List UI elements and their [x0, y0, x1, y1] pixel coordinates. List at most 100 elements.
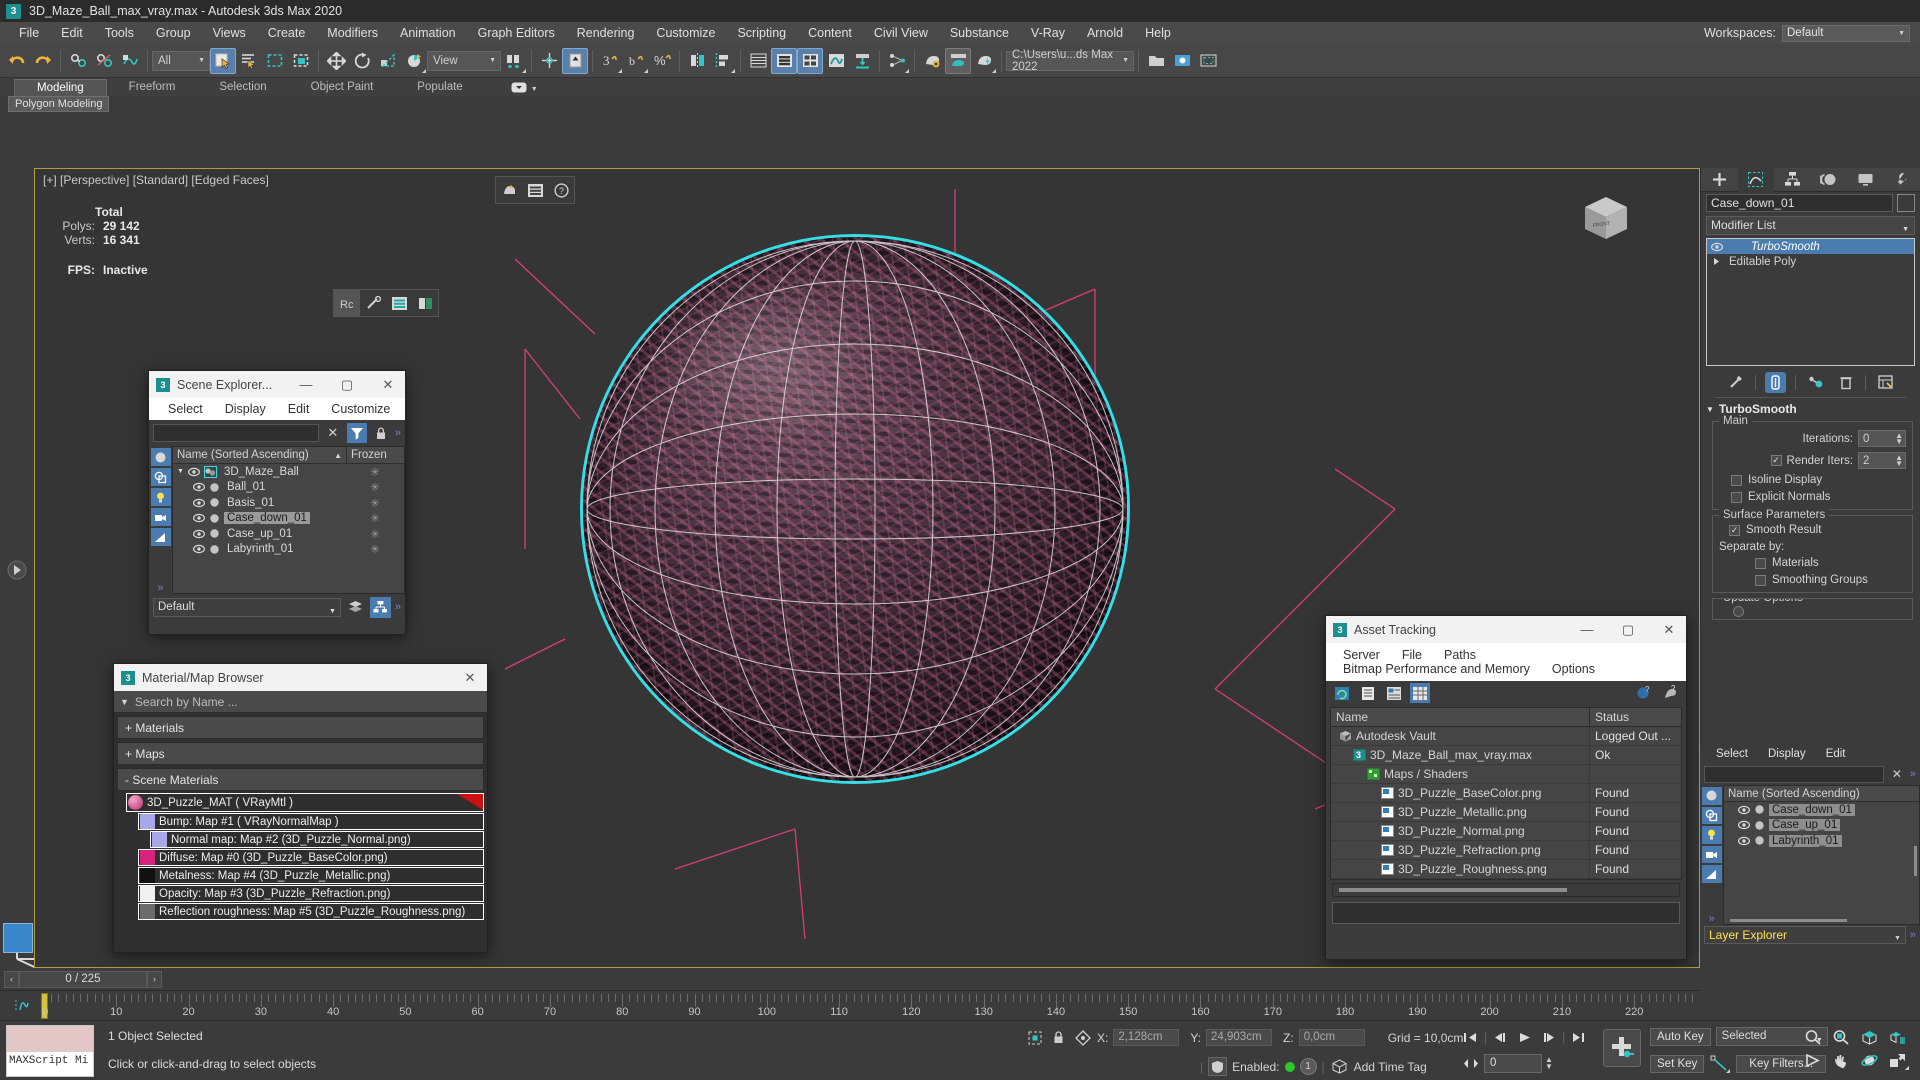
pin-stack-icon[interactable]	[1725, 372, 1746, 393]
iterations-spinner[interactable]: 0 ▲ ▼	[1858, 430, 1906, 447]
shield-toggle-icon[interactable]	[1208, 1057, 1228, 1076]
frozen-toggle-icon[interactable]: ✳	[346, 465, 404, 479]
viewport-notify-icon[interactable]	[496, 177, 522, 203]
menu-item-edit[interactable]: Edit	[50, 22, 94, 44]
previous-frame-icon[interactable]	[1490, 1027, 1511, 1047]
field-of-view-icon[interactable]	[1800, 1050, 1909, 1071]
maximize-icon[interactable]: ▢	[330, 371, 364, 398]
asset-menu-server[interactable]: Server	[1332, 648, 1391, 662]
show-end-result-icon[interactable]	[1765, 371, 1786, 393]
orbit-icon[interactable]	[1856, 1050, 1909, 1071]
viewport-help-icon[interactable]: ?	[548, 177, 574, 203]
table-row[interactable]: Case_down_01 ✳	[173, 511, 404, 527]
workspaces-select[interactable]: Default ▼	[1782, 24, 1910, 42]
filter-cameras-icon[interactable]	[1701, 845, 1722, 864]
align-button[interactable]	[710, 48, 736, 74]
menu-item-views[interactable]: Views	[202, 22, 257, 44]
auto-key-button[interactable]: Auto Key	[1650, 1027, 1711, 1046]
close-icon[interactable]: ✕	[453, 664, 487, 691]
layer-explorer-list[interactable]: Name (Sorted Ascending) Case_down_01 Case…	[1723, 785, 1920, 925]
menu-item-group[interactable]: Group	[145, 22, 202, 44]
ribbon-tab-modeling[interactable]: Modeling	[14, 79, 107, 96]
visibility-eye-icon[interactable]	[193, 498, 205, 508]
spinner-arrows-icon[interactable]: ▲ ▼	[1895, 454, 1903, 468]
frozen-toggle-icon[interactable]: ✳	[346, 527, 404, 541]
selection-lock-icon[interactable]	[1049, 1028, 1068, 1047]
ribbon-tab-object-paint[interactable]: Object Paint	[289, 79, 396, 96]
play-animation-icon[interactable]	[1514, 1027, 1535, 1047]
menu-item-graph-editors[interactable]: Graph Editors	[467, 22, 566, 44]
tab-hierarchy[interactable]	[1774, 168, 1811, 192]
menu-item-create[interactable]: Create	[257, 22, 317, 44]
expand-sidebar-icon[interactable]: »	[1708, 913, 1714, 925]
asset-menu-paths[interactable]: Paths	[1433, 648, 1487, 662]
refresh-icon[interactable]	[1332, 683, 1352, 703]
viewport-color-swatch[interactable]	[3, 923, 33, 953]
update-always-radio[interactable]	[1733, 606, 1744, 617]
scene-explorer-menu-display[interactable]: Display	[214, 402, 277, 416]
asset-menu-bitmap-performance-and-memory[interactable]: Bitmap Performance and Memory	[1332, 662, 1541, 676]
layer-explorer-search-input[interactable]	[1704, 765, 1884, 783]
hierarchy-view-icon[interactable]	[369, 596, 391, 618]
expand-toolbar-icon[interactable]: »	[395, 427, 401, 439]
select-and-scale-button[interactable]	[375, 48, 401, 74]
asset-menu-options[interactable]: Options	[1541, 662, 1606, 676]
visibility-eye-icon[interactable]	[1738, 820, 1750, 830]
filter-lights-icon[interactable]	[150, 488, 171, 506]
layer-menu-select[interactable]: Select	[1706, 748, 1758, 760]
clear-search-icon[interactable]: ✕	[1888, 767, 1906, 781]
safe-frames-button[interactable]	[1195, 48, 1221, 74]
x-field[interactable]: 2,128cm	[1113, 1029, 1180, 1046]
select-by-name-button[interactable]	[236, 48, 262, 74]
pan-view-icon[interactable]	[1828, 1050, 1854, 1071]
tab-motion[interactable]	[1811, 168, 1848, 192]
y-field[interactable]: 24,903cm	[1206, 1029, 1273, 1046]
scene-explorer-list[interactable]: Name (Sorted Ascending) ▲ Frozen ▼ 3D_Maze…	[172, 446, 405, 594]
filter-helpers-icon[interactable]	[150, 528, 171, 546]
bind-to-space-warp-button[interactable]	[117, 48, 143, 74]
modifier-stack-item[interactable]: TurboSmooth	[1707, 239, 1914, 254]
column-asset-name[interactable]: Name	[1331, 708, 1589, 726]
list-item[interactable]: Case_up_01	[1724, 818, 1919, 834]
table-row[interactable]: 3 3D_Maze_Ball_max_vray.max Ok	[1331, 746, 1681, 765]
filter-lights-icon[interactable]	[1701, 826, 1722, 844]
time-tag-cube-icon[interactable]	[1330, 1057, 1349, 1076]
select-and-move-button[interactable]	[323, 48, 349, 74]
select-and-link-button[interactable]	[65, 48, 91, 74]
table-row[interactable]: 3D_Puzzle_Roughness.png Found	[1331, 860, 1681, 879]
lock-icon[interactable]	[371, 423, 391, 443]
frame-display[interactable]: 0 / 225	[19, 970, 147, 988]
smooth-result-checkbox[interactable]: ✓	[1729, 524, 1740, 536]
section-materials[interactable]: + Materials	[117, 716, 484, 739]
visibility-eye-icon[interactable]	[1738, 836, 1750, 846]
list-item[interactable]: Labyrinth_01	[1724, 833, 1919, 849]
layer-menu-edit[interactable]: Edit	[1816, 748, 1856, 760]
menu-item-customize[interactable]: Customize	[645, 22, 726, 44]
project-folder-select[interactable]: C:\Users\u...ds Max 2022 ▼	[1006, 49, 1134, 73]
menu-item-tools[interactable]: Tools	[94, 22, 145, 44]
filter-shapes-icon[interactable]	[150, 468, 171, 486]
expand-triangle-icon[interactable]: ▼	[177, 468, 184, 475]
render-production-button[interactable]	[971, 48, 997, 74]
material-browser-search-row[interactable]: ▼ Search by Name ...	[114, 691, 487, 713]
remove-modifier-icon[interactable]	[1835, 372, 1856, 393]
menu-item-file[interactable]: File	[8, 22, 50, 44]
asset-tracking-dialog[interactable]: 3 Asset Tracking — ▢ ✕ Server File Paths Bi…	[1325, 615, 1687, 960]
expand-sidebar-icon[interactable]: »	[157, 582, 163, 594]
minimize-icon[interactable]: —	[289, 371, 323, 398]
list-item[interactable]: Case_down_01	[1724, 802, 1919, 818]
clear-search-icon[interactable]: ✕	[323, 423, 343, 443]
table-row[interactable]: Autodesk Vault Logged Out ...	[1331, 727, 1681, 746]
chevron-down-icon[interactable]: ▼	[531, 86, 538, 93]
list-view-icon[interactable]	[1358, 683, 1378, 703]
scene-explorer-menu-customize[interactable]: Customize	[320, 402, 401, 416]
next-frame-arrow-icon[interactable]: ›	[147, 970, 162, 988]
use-pivot-point-center-button[interactable]	[501, 48, 527, 74]
table-row[interactable]: 3D_Puzzle_Metallic.png Found	[1331, 803, 1681, 822]
menu-item-modifiers[interactable]: Modifiers	[316, 22, 389, 44]
filter-icon[interactable]	[346, 423, 367, 443]
menu-item-animation[interactable]: Animation	[389, 22, 467, 44]
view-cube[interactable]: FRONT	[1573, 189, 1639, 249]
material-tree-item[interactable]: Normal map: Map #2 (3D_Puzzle_Normal.png…	[150, 831, 484, 848]
asset-tracking-table[interactable]: Name Status Autodesk Vault Logged Out ...…	[1330, 707, 1682, 880]
